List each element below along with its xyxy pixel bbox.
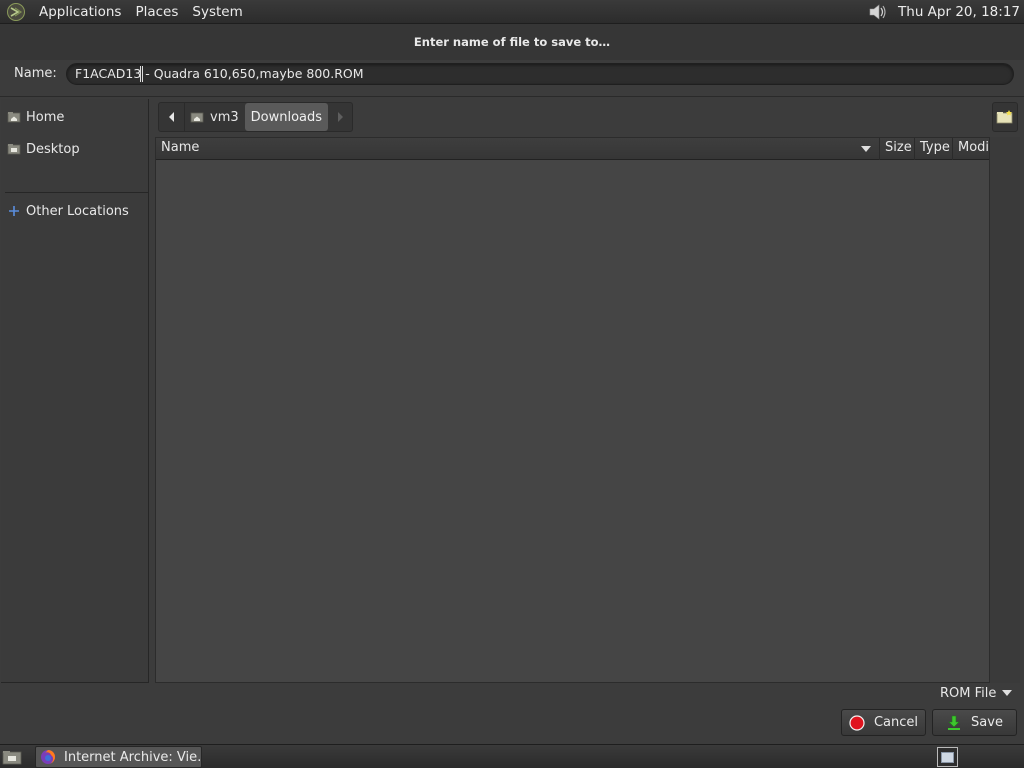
sidebar-divider [5,192,148,193]
text-cursor [140,66,143,82]
chevron-left-icon [168,112,174,122]
filename-input[interactable]: F1ACAD13 - Quadra 610,650,maybe 800.ROM [66,63,1014,85]
column-header-type[interactable]: Type [915,138,953,160]
list-header: Name Size Type Modifi [156,138,989,160]
sidebar-item-label: Desktop [26,141,80,157]
menu-system[interactable]: System [185,4,249,20]
show-desktop-icon[interactable] [2,748,24,766]
distro-logo-icon[interactable] [6,2,26,22]
home-folder-icon [190,112,204,123]
menu-applications[interactable]: Applications [32,4,128,20]
desktop-folder-icon [7,144,21,155]
top-panel: Applications Places System Thu Apr 20, 1… [0,0,1024,24]
cancel-button[interactable]: Cancel [841,709,926,736]
chevron-right-icon [338,112,344,122]
sidebar-item-other-locations[interactable]: Other Locations [1,197,148,225]
scrollbar-track[interactable] [990,137,1020,683]
taskbar-window-title: Internet Archive: Vie… [64,749,202,765]
sidebar-item-label: Home [26,109,65,125]
dialog-title: Enter name of file to save to… [0,24,1024,60]
path-segment-vm3[interactable]: vm3 [185,103,245,131]
file-type-filter-label: ROM File [940,685,997,701]
new-folder-icon [996,110,1013,124]
filename-row: Name: F1ACAD13 - Quadra 610,650,maybe 80… [0,62,1024,86]
save-button[interactable]: Save [932,709,1017,736]
taskbar-window-button[interactable]: Internet Archive: Vie… [35,746,202,768]
workspace-window-thumbnail [941,752,954,763]
column-header-size[interactable]: Size [880,138,915,160]
clock[interactable]: Thu Apr 20, 18:17 [898,4,1020,20]
path-bar: vm3 Downloads [158,102,354,132]
save-file-dialog: Enter name of file to save to… Name: F1A… [0,24,1024,744]
column-header-label: Name [161,140,200,155]
path-forward-button[interactable] [328,103,352,131]
volume-icon[interactable] [866,1,888,23]
name-label: Name: [14,66,57,81]
cancel-icon [849,714,865,731]
firefox-icon [41,750,55,764]
column-header-name[interactable]: Name [156,138,880,160]
home-folder-icon [7,112,21,123]
divider [0,96,1024,97]
download-icon [948,715,961,730]
column-header-modified[interactable]: Modifi [953,138,989,160]
places-sidebar: Home Desktop Other Locations [1,99,149,683]
path-segment-label: vm3 [210,109,239,125]
sort-descending-icon [861,146,871,152]
cancel-button-label: Cancel [873,715,919,730]
sidebar-item-home[interactable]: Home [1,103,148,131]
path-back-button[interactable] [159,103,185,131]
sidebar-item-label: Other Locations [26,203,129,219]
plus-icon [9,206,19,216]
sidebar-item-desktop[interactable]: Desktop [1,135,148,163]
save-button-label: Save [971,715,1003,730]
file-type-filter[interactable]: ROM File [940,682,1020,704]
file-list[interactable]: Name Size Type Modifi [155,137,990,683]
create-folder-button[interactable] [992,102,1018,132]
bottom-taskbar: Internet Archive: Vie… [0,744,1024,768]
chevron-down-icon [1002,690,1013,696]
menu-places[interactable]: Places [128,4,185,20]
path-segment-downloads[interactable]: Downloads [244,103,329,131]
workspace-switcher[interactable] [937,747,958,767]
